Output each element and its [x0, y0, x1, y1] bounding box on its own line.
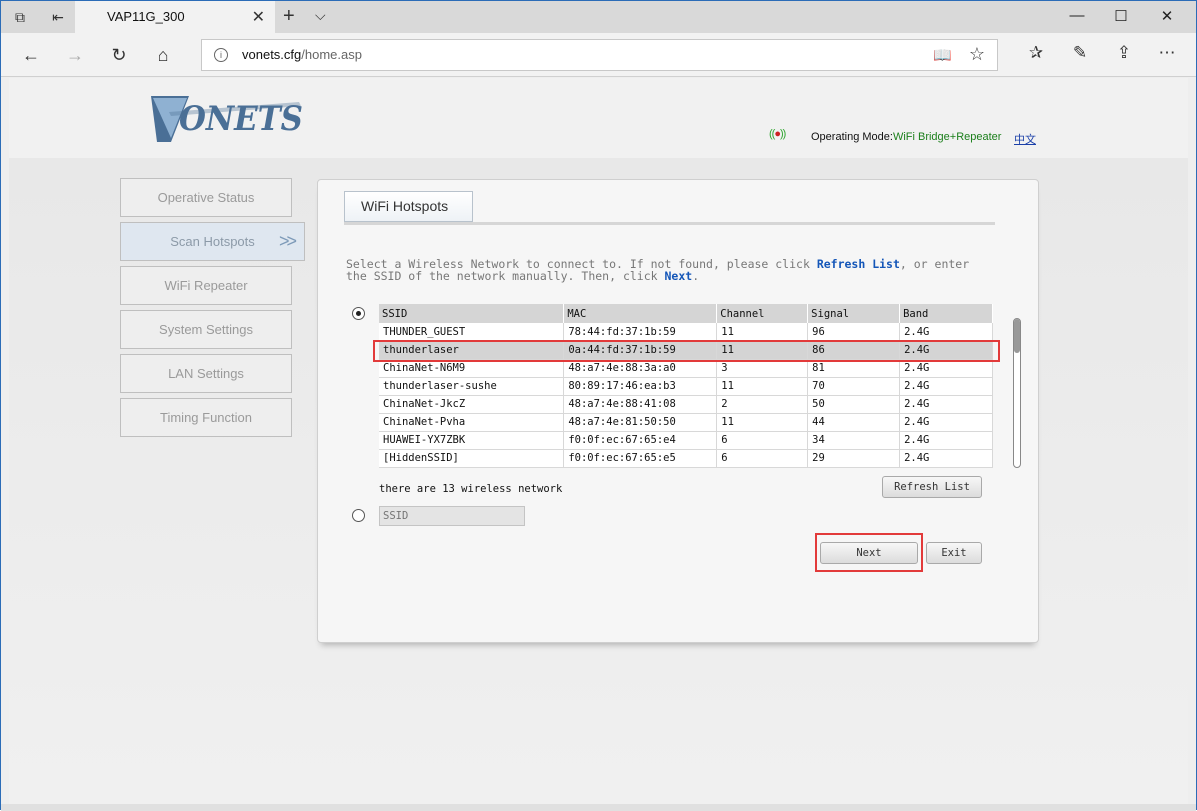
pen-icon[interactable]: ✎ — [1069, 43, 1091, 67]
tab-manager-icon[interactable]: ⧉ — [11, 8, 29, 26]
back-icon[interactable]: ← — [19, 43, 43, 67]
column-header-band: Band — [899, 304, 993, 323]
cell-signal: 96 — [807, 323, 901, 342]
operating-mode: Operating Mode:WiFi Bridge+Repeater — [811, 131, 1002, 143]
forward-icon[interactable]: → — [63, 43, 87, 67]
cell-signal: 44 — [807, 413, 901, 432]
select-network-radio[interactable] — [352, 307, 365, 320]
column-header-signal: Signal — [807, 304, 901, 323]
cell-signal: 50 — [807, 395, 901, 414]
exit-button[interactable]: Exit — [926, 542, 982, 564]
minimize-icon[interactable]: — — [1067, 7, 1087, 24]
cell-ssid: ChinaNet-Pvha — [379, 413, 565, 432]
maximize-icon[interactable]: ☐ — [1111, 7, 1131, 25]
cell-channel: 2 — [716, 395, 809, 414]
column-header-channel: Channel — [716, 304, 809, 323]
favorites-list-icon[interactable]: ✰ — [1025, 43, 1047, 67]
home-icon[interactable]: ⌂ — [151, 43, 175, 67]
navigation-bar: ← → ↻ ⌂ i vonets.cfg/home.asp 📖 ☆ ✰ ✎ ⇪ … — [1, 33, 1196, 77]
instructions-text: Select a Wireless Network to connect to.… — [346, 257, 970, 283]
tab-bar: ⧉ ⇤ VAP11G_300 ✕ + ⌵ — ☐ ✕ — [1, 1, 1196, 33]
cell-band: 2.4G — [899, 449, 993, 468]
set-aside-tabs-icon[interactable]: ⇤ — [49, 8, 67, 26]
network-count: there are 13 wireless network — [379, 483, 563, 495]
cell-mac: f0:0f:ec:67:65:e5 — [563, 449, 718, 468]
language-link[interactable]: 中文 — [1014, 131, 1036, 147]
url-text[interactable]: vonets.cfg/home.asp — [242, 47, 362, 62]
cell-channel: 6 — [716, 431, 809, 450]
more-icon[interactable]: ⋯ — [1156, 43, 1178, 67]
cell-mac: 48:a7:4e:88:41:08 — [563, 395, 718, 414]
browser-tab[interactable]: VAP11G_300 ✕ — [75, 1, 275, 33]
highlight-next-button — [815, 533, 923, 572]
table-row[interactable]: thunderlaser-sushe 80:89:17:46:ea:b3 11 70 2… — [379, 377, 993, 396]
table-row[interactable]: [HiddenSSID] f0:0f:ec:67:65:e5 6 29 2.4G — [379, 449, 993, 468]
wifi-hotspots-panel: WiFi Hotspots Select a Wireless Network … — [317, 179, 1039, 643]
refresh-list-button[interactable]: Refresh List — [882, 476, 982, 498]
cell-channel: 6 — [716, 449, 809, 468]
new-tab-icon[interactable]: + — [283, 5, 295, 28]
cell-signal: 34 — [807, 431, 901, 450]
ssid-input[interactable] — [379, 506, 525, 526]
cell-signal: 70 — [807, 377, 901, 396]
sidebar-item-scan-hotspots[interactable]: Scan Hotspots >> — [120, 222, 305, 261]
close-tab-icon[interactable]: ✕ — [252, 7, 265, 27]
vonets-logo: ONETS — [151, 96, 303, 142]
column-header-ssid: SSID — [379, 304, 565, 323]
table-row[interactable]: ChinaNet-Pvha 48:a7:4e:81:50:50 11 44 2.4G — [379, 413, 993, 432]
sidebar-item-operative-status[interactable]: Operative Status — [120, 178, 292, 217]
hotspot-table: SSID MAC Channel Signal Band THUNDER_GUE… — [379, 304, 993, 468]
sidebar-item-system-settings[interactable]: System Settings — [120, 310, 292, 349]
page-header: ONETS ((●)) Operating Mode:WiFi Bridge+R… — [9, 78, 1188, 158]
cell-mac: 48:a7:4e:81:50:50 — [563, 413, 718, 432]
sidebar-item-lan-settings[interactable]: LAN Settings — [120, 354, 292, 393]
close-window-icon[interactable]: ✕ — [1157, 7, 1177, 25]
table-row[interactable]: THUNDER_GUEST 78:44:fd:37:1b:59 11 96 2.4G — [379, 323, 993, 342]
cell-channel: 11 — [716, 323, 809, 342]
favorite-star-icon[interactable]: ☆ — [969, 44, 985, 65]
cell-band: 2.4G — [899, 431, 993, 450]
cell-ssid: [HiddenSSID] — [379, 449, 565, 468]
cell-ssid: HUAWEI-YX7ZBK — [379, 431, 565, 450]
highlight-selected-row — [373, 340, 1000, 362]
manual-ssid-radio[interactable] — [352, 509, 365, 522]
cell-ssid: ChinaNet-JkcZ — [379, 395, 565, 414]
column-header-mac: MAC — [563, 304, 718, 323]
panel-divider — [344, 222, 995, 225]
cell-mac: f0:0f:ec:67:65:e4 — [563, 431, 718, 450]
sidebar-item-timing-function[interactable]: Timing Function — [120, 398, 292, 437]
cell-ssid: THUNDER_GUEST — [379, 323, 565, 342]
table-header-row: SSID MAC Channel Signal Band — [379, 304, 993, 323]
table-row[interactable]: ChinaNet-JkcZ 48:a7:4e:88:41:08 2 50 2.4G — [379, 395, 993, 414]
table-row[interactable]: HUAWEI-YX7ZBK f0:0f:ec:67:65:e4 6 34 2.4G — [379, 431, 993, 450]
cell-mac: 80:89:17:46:ea:b3 — [563, 377, 718, 396]
panel-title: WiFi Hotspots — [344, 191, 473, 222]
address-bar[interactable]: i vonets.cfg/home.asp 📖 ☆ — [201, 39, 998, 71]
info-icon[interactable]: i — [214, 48, 228, 62]
cell-band: 2.4G — [899, 395, 993, 414]
sidebar-item-wifi-repeater[interactable]: WiFi Repeater — [120, 266, 292, 305]
cell-ssid: thunderlaser-sushe — [379, 377, 565, 396]
cell-band: 2.4G — [899, 413, 993, 432]
browser-window: ⧉ ⇤ VAP11G_300 ✕ + ⌵ — ☐ ✕ ← → ↻ ⌂ i von… — [0, 0, 1197, 811]
scrollbar-thumb[interactable] — [1014, 319, 1020, 353]
share-icon[interactable]: ⇪ — [1113, 43, 1135, 67]
cell-band: 2.4G — [899, 323, 993, 342]
router-config-page: ONETS ((●)) Operating Mode:WiFi Bridge+R… — [9, 78, 1188, 804]
tab-title: VAP11G_300 — [107, 9, 185, 24]
cell-channel: 11 — [716, 413, 809, 432]
table-scrollbar[interactable] — [1013, 318, 1021, 468]
cell-band: 2.4G — [899, 377, 993, 396]
sidebar-item-label: Scan Hotspots — [170, 234, 255, 249]
refresh-icon[interactable]: ↻ — [107, 43, 131, 67]
double-chevron-right-icon: >> — [278, 231, 297, 251]
cell-mac: 78:44:fd:37:1b:59 — [563, 323, 718, 342]
reading-view-icon[interactable]: 📖 — [933, 46, 952, 64]
cell-signal: 29 — [807, 449, 901, 468]
chevron-down-icon[interactable]: ⌵ — [315, 7, 326, 24]
cell-channel: 11 — [716, 377, 809, 396]
wireless-signal-icon: ((●)) — [769, 128, 786, 140]
